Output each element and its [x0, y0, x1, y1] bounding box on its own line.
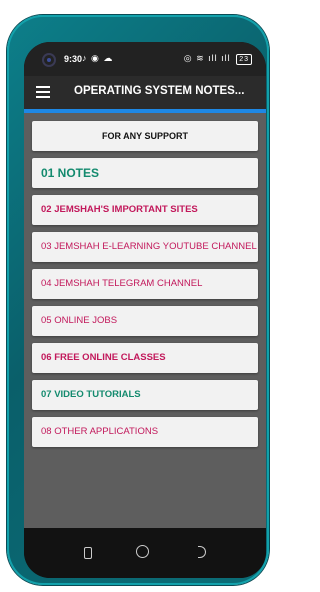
support-button[interactable]: FOR ANY SUPPORT — [32, 121, 258, 151]
status-time: 9:30 — [64, 54, 83, 64]
app-title: OPERATING SYSTEM NOTES... — [74, 85, 245, 97]
menu-item-important-sites[interactable]: 02 JEMSHAH'S IMPORTANT SITES — [32, 195, 258, 225]
menu-item-free-classes[interactable]: 06 FREE ONLINE CLASSES — [32, 343, 258, 373]
menu-item-label: 02 JEMSHAH'S IMPORTANT SITES — [41, 204, 198, 215]
menu-item-label: 03 JEMSHAH E-LEARNING YOUTUBE CHANNEL — [41, 241, 257, 252]
signal-icons: ◎ ≋ ıll ıll — [183, 53, 231, 63]
menu-item-label: 06 FREE ONLINE CLASSES — [41, 352, 166, 363]
menu-item-notes[interactable]: 01 NOTES — [32, 158, 258, 188]
system-status-icons: ◎ ≋ ıll ıll 23 — [184, 53, 252, 65]
back-icon[interactable] — [198, 546, 206, 558]
menu-item-label: 05 ONLINE JOBS — [41, 315, 118, 326]
recent-apps-icon[interactable] — [84, 547, 92, 559]
menu-item-label: 01 NOTES — [41, 166, 100, 180]
menu-item-online-jobs[interactable]: 05 ONLINE JOBS — [32, 306, 258, 336]
screen: 9:30 ♪ ◉ ☁ ◎ ≋ ıll ıll 23 OPERATING SYST… — [24, 42, 266, 578]
menu-item-telegram-channel[interactable]: 04 JEMSHAH TELEGRAM CHANNEL — [32, 269, 258, 299]
menu-item-label: 08 OTHER APPLICATIONS — [41, 426, 159, 437]
support-label: FOR ANY SUPPORT — [101, 131, 188, 141]
navigation-bar — [24, 528, 266, 578]
phone-frame: 9:30 ♪ ◉ ☁ ◎ ≋ ıll ıll 23 OPERATING SYST… — [7, 15, 269, 585]
app-bar: OPERATING SYSTEM NOTES... — [24, 76, 266, 109]
menu-list: FOR ANY SUPPORT 01 NOTES 02 JEMSHAH'S IM… — [24, 113, 266, 528]
home-icon[interactable] — [136, 545, 149, 558]
menu-item-youtube-channel[interactable]: 03 JEMSHAH E-LEARNING YOUTUBE CHANNEL — [32, 232, 258, 262]
status-bar: 9:30 ♪ ◉ ☁ ◎ ≋ ıll ıll 23 — [24, 42, 266, 76]
menu-item-label: 07 VIDEO TUTORIALS — [41, 389, 141, 400]
hamburger-menu-icon[interactable] — [36, 86, 50, 98]
menu-item-label: 04 JEMSHAH TELEGRAM CHANNEL — [41, 278, 203, 289]
menu-item-video-tutorials[interactable]: 07 VIDEO TUTORIALS — [32, 380, 258, 410]
battery-icon: 23 — [236, 54, 252, 65]
menu-item-other-applications[interactable]: 08 OTHER APPLICATIONS — [32, 417, 258, 447]
camera-icon — [44, 55, 54, 65]
notification-icons: ♪ ◉ ☁ — [82, 53, 114, 63]
